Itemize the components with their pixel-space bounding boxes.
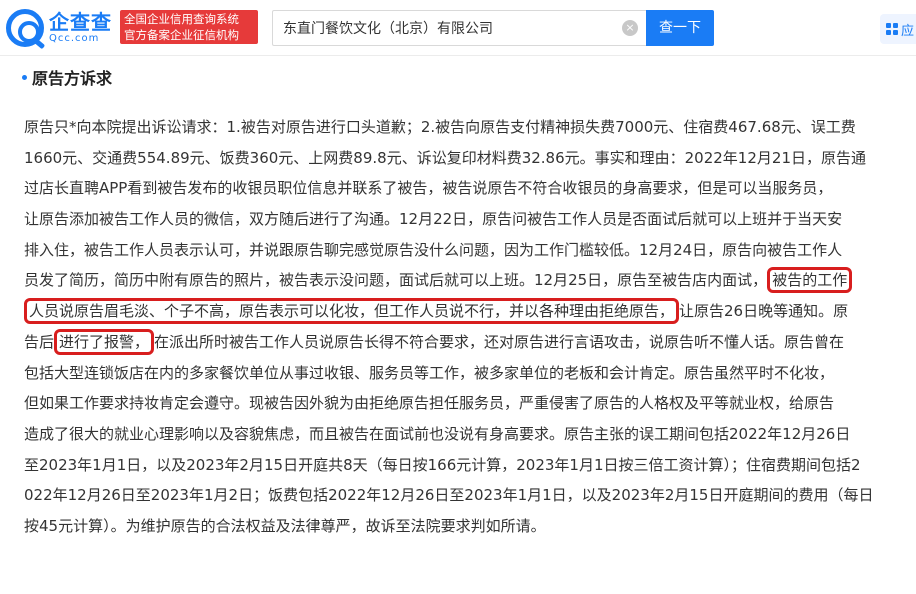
- search-button[interactable]: 查一下: [646, 10, 714, 46]
- highlighted-phrase: 进行了报警，: [54, 328, 155, 355]
- text-segment: 在派出所时被告工作人员说原告长得不符合要求，还对原告进行言语攻击，说原告听不懂人…: [154, 332, 845, 351]
- official-registration-badge: 全国企业信用查询系统 官方备案企业征信机构: [120, 10, 258, 44]
- logo-chinese-name: 企查查: [49, 10, 112, 34]
- text-line: 人员说原告眉毛淡、个子不高，原告表示可以化妆，但工作人员说不行，并以各种理由拒绝…: [24, 296, 898, 327]
- text-line: 让原告添加被告工作人员的微信，双方随后进行了沟通。12月22日，原告问被告工作人…: [24, 210, 843, 229]
- grid-icon: [886, 23, 898, 35]
- company-search-box: ×: [272, 10, 646, 46]
- text-line: 按45元计算）。为维护原告的合法权益及法律尊严，故诉至法院要求判如所请。: [24, 516, 546, 535]
- text-line: 包括大型连锁饭店在内的多家餐饮单位从事过收银、服务员等工作，被多家单位的老板和会…: [24, 363, 835, 382]
- logo-text: 企查查 Qcc.com: [49, 12, 112, 44]
- magnifier-logo-icon: [6, 9, 44, 47]
- highlighted-phrase: 人员说原告眉毛淡、个子不高，原告表示可以化妆，但工作人员说不行，并以各种理由拒绝…: [24, 298, 680, 325]
- search-input[interactable]: [283, 20, 613, 36]
- bullet-dot-icon: [22, 74, 27, 80]
- clear-icon[interactable]: ×: [622, 20, 638, 36]
- app-menu-button[interactable]: 应: [880, 14, 916, 44]
- badge-line-1: 全国企业信用查询系统: [124, 12, 239, 26]
- text-line: 造成了很大的就业心理影响以及容貌焦虑，而且被告在面试前也没说有身高要求。原告主张…: [24, 424, 851, 443]
- section-title-text: 原告方诉求: [32, 69, 113, 88]
- text-segment: 告后: [24, 332, 55, 351]
- top-header-bar: 企查查 Qcc.com 全国企业信用查询系统 官方备案企业征信机构 × 查一下 …: [0, 0, 916, 56]
- text-line: 告后 进行了报警， 在派出所时被告工作人员说原告长得不符合要求，还对原告进行言语攻击…: [24, 327, 898, 358]
- qcc-logo[interactable]: 企查查 Qcc.com: [6, 8, 114, 48]
- text-line: 员发了简历，简历中附有原告的照片，被告表示没问题，面试后就可以上班。12月25日…: [24, 265, 898, 296]
- badge-line-2: 官方备案企业征信机构: [124, 28, 239, 42]
- app-menu-label: 应: [901, 23, 915, 39]
- text-line: 原告只*向本院提出诉讼请求：1.被告对原告进行口头道歉；2.被告向原告支付精神损…: [24, 118, 856, 136]
- logo-domain: Qcc.com: [49, 33, 100, 44]
- text-segment: 让原告26日晚等通知。原: [679, 302, 849, 321]
- text-line: 至2023年1月1日，以及2023年2月15日开庭共8天（每日按166元计算，2…: [24, 455, 861, 474]
- plaintiff-claims-text: 原告只*向本院提出诉讼请求：1.被告对原告进行口头道歉；2.被告向原告支付精神损…: [24, 112, 898, 542]
- text-line: 过店长直聘APP看到被告发布的收银员职位信息并联系了被告，被告说原告不符合收银员…: [24, 179, 833, 198]
- text-line: 1660元、交通费554.89元、饭费360元、上网费89.8元、诉讼复印材料费…: [24, 148, 866, 167]
- text-line: 但如果工作要求持妆肯定会遵守。现被告因外貌为由拒绝原告担任服务员，严重侵害了原告…: [24, 394, 835, 413]
- highlighted-phrase: 被告的工作: [767, 267, 853, 294]
- text-line: 排入住，被告工作人员表示认可，并说跟原告聊完感觉原告没什么问题，因为工作门槛较低…: [24, 240, 843, 259]
- section-heading: 原告方诉求: [22, 64, 112, 90]
- text-line: 022年12月26日至2023年1月2日；饭费包括2022年12月26日至202…: [24, 486, 874, 505]
- text-segment: 员发了简历，简历中附有原告的照片，被告表示没问题，面试后就可以上班。12月25日…: [24, 271, 768, 290]
